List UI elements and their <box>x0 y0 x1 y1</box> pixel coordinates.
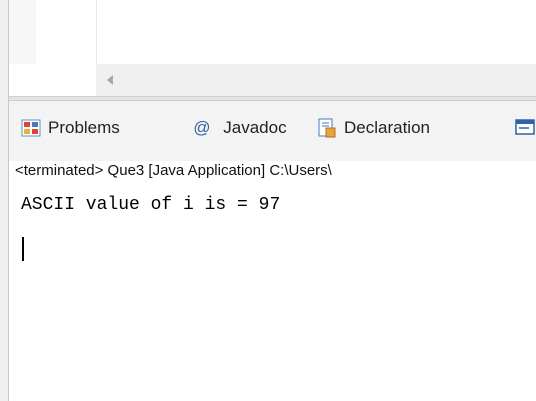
horizontal-scrollbar[interactable] <box>96 64 536 96</box>
launch-status: <terminated> Que3 [Java Application] C:\… <box>9 161 536 181</box>
declaration-icon <box>317 118 337 138</box>
scroll-left-arrow-icon[interactable] <box>104 72 116 88</box>
tab-javadoc-label: Javadoc <box>223 118 287 137</box>
problems-icon <box>21 118 41 138</box>
view-tab-bar: Problems @ Javadoc Declaration <box>9 101 536 161</box>
editor-ruler <box>9 0 36 64</box>
console-line: ASCII value of i is = 97 <box>21 195 281 215</box>
console-output[interactable]: ASCII value of i is = 97 <box>9 181 536 401</box>
tab-problems-label: Problems <box>48 118 120 137</box>
panel-left-border <box>0 0 9 401</box>
editor-line-gutter <box>36 0 97 64</box>
console-view-icon[interactable] <box>515 118 535 143</box>
tab-declaration-label: Declaration <box>344 118 430 137</box>
tab-problems[interactable]: Problems <box>21 115 120 141</box>
text-caret <box>22 237 24 261</box>
tab-javadoc[interactable]: @ Javadoc <box>193 115 287 141</box>
at-icon: @ <box>193 118 211 137</box>
tab-declaration[interactable]: Declaration <box>317 115 430 141</box>
